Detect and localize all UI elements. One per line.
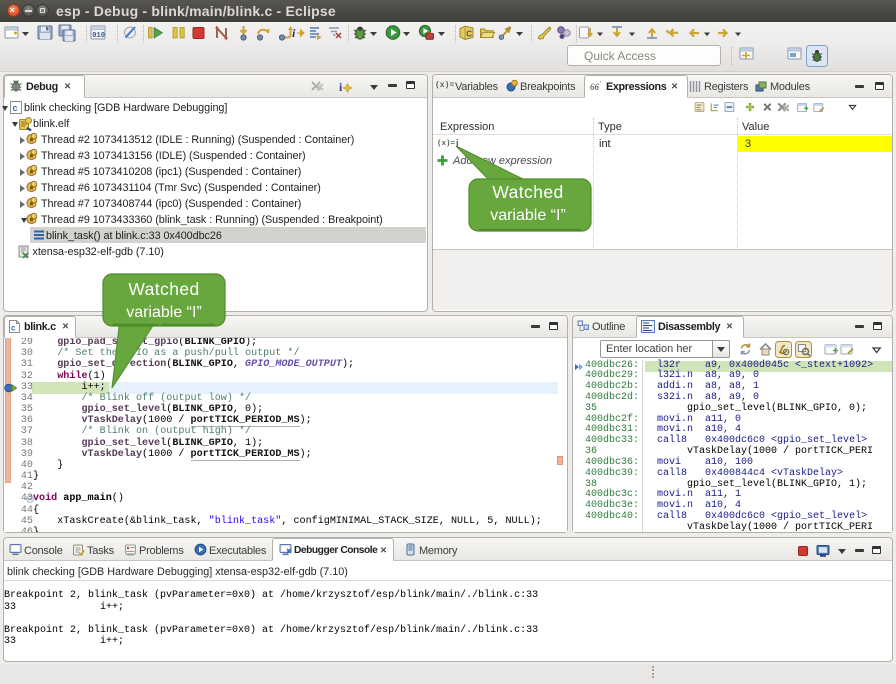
svg-text:C: C: [466, 30, 472, 39]
svg-text:i: i: [339, 80, 343, 94]
svg-text:variable “I”: variable “I”: [490, 207, 566, 224]
svg-text:Watched: Watched: [492, 182, 563, 202]
svg-text:c: c: [11, 324, 16, 333]
svg-text:Watched: Watched: [128, 279, 199, 299]
svg-text:variable “I”: variable “I”: [126, 304, 202, 321]
svg-text:c: c: [13, 103, 18, 113]
svg-text:010: 010: [92, 32, 105, 40]
svg-text:i: i: [292, 26, 296, 40]
